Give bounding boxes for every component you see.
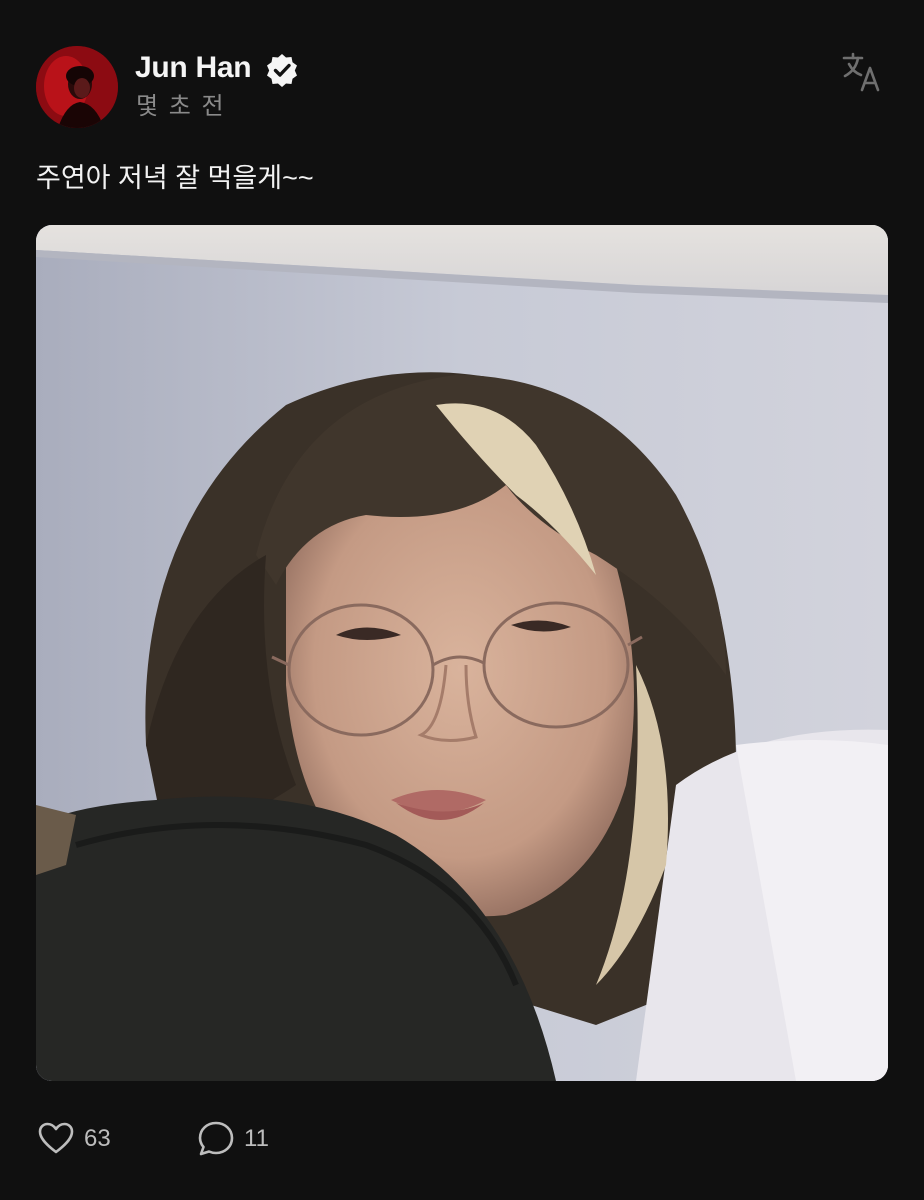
translate-icon[interactable] xyxy=(840,50,884,94)
comment-button[interactable]: 11 xyxy=(196,1116,269,1162)
like-button[interactable]: 63 xyxy=(36,1116,111,1162)
author-name[interactable]: Jun Han xyxy=(135,50,252,86)
post-card: Jun Han 몇 초 전 주연아 저녁 잘 먹을게~~ 63 11 xyxy=(0,0,924,1200)
post-text: 주연아 저녁 잘 먹을게~~ xyxy=(36,163,314,193)
author-avatar[interactable] xyxy=(36,46,118,128)
post-photo[interactable] xyxy=(36,225,888,1081)
comment-bubble-icon xyxy=(198,1121,234,1156)
comment-count: 11 xyxy=(244,1125,269,1152)
selfie-photo xyxy=(36,225,888,1081)
avatar-image xyxy=(36,46,118,128)
like-count: 63 xyxy=(84,1125,111,1152)
post-timestamp: 몇 초 전 xyxy=(136,93,226,120)
heart-icon xyxy=(38,1122,74,1154)
verified-badge-icon xyxy=(264,52,300,88)
